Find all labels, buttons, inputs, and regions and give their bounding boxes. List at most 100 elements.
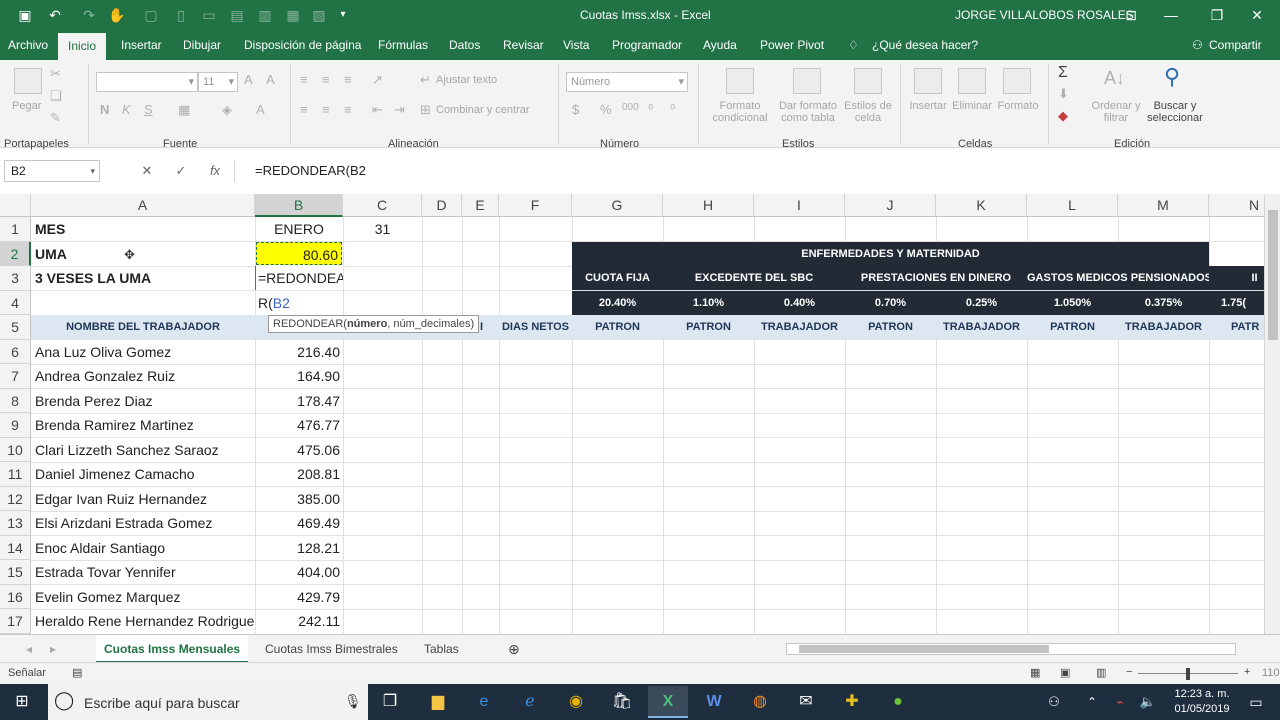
name-box[interactable]: B2 ▾ <box>4 160 100 182</box>
rate-g4[interactable]: 20.40% <box>572 290 663 315</box>
font-size-box[interactable]: 11 ▾ <box>198 72 238 92</box>
store-icon[interactable]: 🛍 <box>602 686 642 718</box>
table-format-icon[interactable] <box>793 68 821 94</box>
orientation-icon[interactable]: ↗ <box>372 72 383 88</box>
zoom-in-icon[interactable]: + <box>1244 666 1250 678</box>
share-button[interactable]: Compartir <box>1207 30 1264 60</box>
clear-icon[interactable]: ◆ <box>1058 108 1068 124</box>
sort-icon[interactable]: ▧ <box>310 6 328 24</box>
word-taskbar-icon[interactable]: W <box>694 686 734 718</box>
column-header-f[interactable]: F <box>499 194 572 217</box>
row-header-10[interactable]: 10 <box>0 437 31 462</box>
format-painter-icon[interactable]: ✎ <box>50 110 61 126</box>
align-bottom-icon[interactable]: ≡ <box>344 72 352 87</box>
row-header-15[interactable]: 15 <box>0 560 31 585</box>
row-header-6[interactable]: 6 <box>0 339 31 364</box>
employee-salary[interactable]: 429.79 <box>255 585 340 609</box>
employee-name[interactable]: Edgar Ivan Ruiz Hernandez <box>35 487 207 511</box>
cell-b1[interactable]: ENERO <box>255 217 343 241</box>
column-header-m[interactable]: M <box>1118 194 1209 217</box>
quick-print-icon[interactable]: ▤ <box>228 6 246 24</box>
page-break-icon[interactable]: ▥ <box>1096 666 1106 679</box>
underline-icon[interactable]: S <box>144 102 153 117</box>
comma-icon[interactable]: 000 <box>622 102 639 113</box>
email-icon[interactable]: ▦ <box>284 6 302 24</box>
undo-icon[interactable]: ↶ <box>46 6 64 24</box>
tab-dibujar[interactable]: Dibujar <box>181 30 223 60</box>
employee-salary[interactable]: 242.11 <box>255 609 340 633</box>
mail-icon[interactable]: ✉ <box>786 686 826 718</box>
column-header-b[interactable]: B <box>255 194 343 217</box>
column-header-e[interactable]: E <box>462 194 499 217</box>
increase-indent-icon[interactable]: ⇥ <box>394 102 405 118</box>
row-header-2[interactable]: 2 <box>0 241 31 266</box>
row-header-14[interactable]: 14 <box>0 535 31 560</box>
rate-k4[interactable]: 0.25% <box>936 290 1027 315</box>
conditional-format-icon[interactable] <box>726 68 754 94</box>
employee-name[interactable]: Heraldo Rene Hernandez Rodriguez <box>35 609 254 633</box>
employee-name[interactable]: Brenda Ramirez Martinez <box>35 413 194 437</box>
app-plus-icon[interactable]: ✚ <box>832 686 872 718</box>
employee-name[interactable]: Estrada Tovar Yennifer <box>35 560 176 584</box>
edge-icon[interactable]: e <box>464 686 504 718</box>
cell-m5[interactable]: TRABAJADOR <box>1118 315 1209 339</box>
cell-a5[interactable]: NOMBRE DEL TRABAJADOR <box>31 315 255 339</box>
normal-view-icon[interactable]: ▦ <box>1030 666 1040 679</box>
sort-filter-button[interactable]: Ordenar y filtrar <box>1088 100 1144 124</box>
align-top-icon[interactable]: ≡ <box>300 72 308 87</box>
wrap-text-button[interactable]: Ajustar texto <box>436 74 497 86</box>
excel-taskbar-icon[interactable]: X <box>648 686 688 718</box>
tell-me-search[interactable]: ¿Qué desea hacer? <box>870 30 980 60</box>
n3-header[interactable]: II <box>1209 266 1264 290</box>
font-name-box[interactable]: ▾ <box>96 72 198 92</box>
spelling-icon[interactable]: ▥ <box>256 6 274 24</box>
cell-c1[interactable]: 31 <box>343 217 422 241</box>
merge-center-button[interactable]: Combinar y centrar <box>436 104 530 116</box>
table-format-button[interactable]: Dar formato como tabla <box>776 100 840 124</box>
vertical-scroll-thumb[interactable] <box>1268 210 1278 340</box>
prestaciones-header[interactable]: PRESTACIONES EN DINERO <box>845 266 1027 290</box>
autosum-icon[interactable]: Σ <box>1058 64 1068 82</box>
column-header-a[interactable]: A <box>31 194 255 217</box>
format-cells-icon[interactable] <box>1003 68 1031 94</box>
employee-name[interactable]: Elsi Arizdani Estrada Gomez <box>35 511 212 535</box>
decrease-indent-icon[interactable]: ⇤ <box>372 102 383 118</box>
row-header-17[interactable]: 17 <box>0 609 31 634</box>
employee-salary[interactable]: 164.90 <box>255 364 340 388</box>
cell-styles-button[interactable]: Estilos de celda <box>842 100 894 124</box>
tab-archivo[interactable]: Archivo <box>6 30 50 60</box>
fill-color-icon[interactable]: ◈ <box>222 102 232 118</box>
row-header-5[interactable]: 5 <box>0 315 31 340</box>
cell-l5[interactable]: PATRON <box>1027 315 1118 339</box>
currency-icon[interactable]: $ <box>572 102 579 117</box>
cell-n5[interactable]: PATR <box>1209 315 1264 339</box>
rate-n4[interactable]: 1.75( <box>1209 290 1264 315</box>
formula-input[interactable]: =REDONDEAR(B2 <box>234 160 1264 182</box>
column-header-c[interactable]: C <box>343 194 422 217</box>
zoom-out-icon[interactable]: − <box>1126 666 1132 678</box>
row-header-4[interactable]: 4 <box>0 290 31 315</box>
column-header-d[interactable]: D <box>422 194 462 217</box>
volume-icon[interactable]: 🔈 <box>1128 686 1168 718</box>
employee-salary[interactable]: 476.77 <box>255 413 340 437</box>
minimize-icon[interactable]: — <box>1148 0 1194 30</box>
enfermedades-header[interactable]: ENFERMEDADES Y MATERNIDAD <box>572 241 1209 266</box>
employee-name[interactable]: Andrea Gonzalez Ruiz <box>35 364 175 388</box>
row-header-8[interactable]: 8 <box>0 388 31 413</box>
redo-icon[interactable]: ↷ <box>80 6 98 24</box>
cell-styles-icon[interactable] <box>854 68 882 94</box>
insert-cells-button[interactable]: Insertar <box>906 100 950 112</box>
cell-i5[interactable]: TRABAJADOR <box>754 315 845 339</box>
employee-salary[interactable]: 216.40 <box>255 340 340 364</box>
font-color-icon[interactable]: A <box>256 102 265 117</box>
cell-a2[interactable]: UMA <box>35 242 67 266</box>
rate-l4[interactable]: 1.050% <box>1027 290 1118 315</box>
row-header-11[interactable]: 11 <box>0 462 31 487</box>
open-file-icon[interactable]: ▭ <box>200 6 218 24</box>
cell-b2[interactable]: 80.60 <box>256 242 342 265</box>
zoom-level[interactable]: 110% <box>1262 667 1280 679</box>
user-name[interactable]: JORGE VILLALOBOS ROSALES <box>955 8 1134 22</box>
align-left-icon[interactable]: ≡ <box>300 102 308 117</box>
enter-icon[interactable]: ✓ <box>170 160 192 182</box>
employee-name[interactable]: Clari Lizzeth Sanchez Saraoz <box>35 438 219 462</box>
